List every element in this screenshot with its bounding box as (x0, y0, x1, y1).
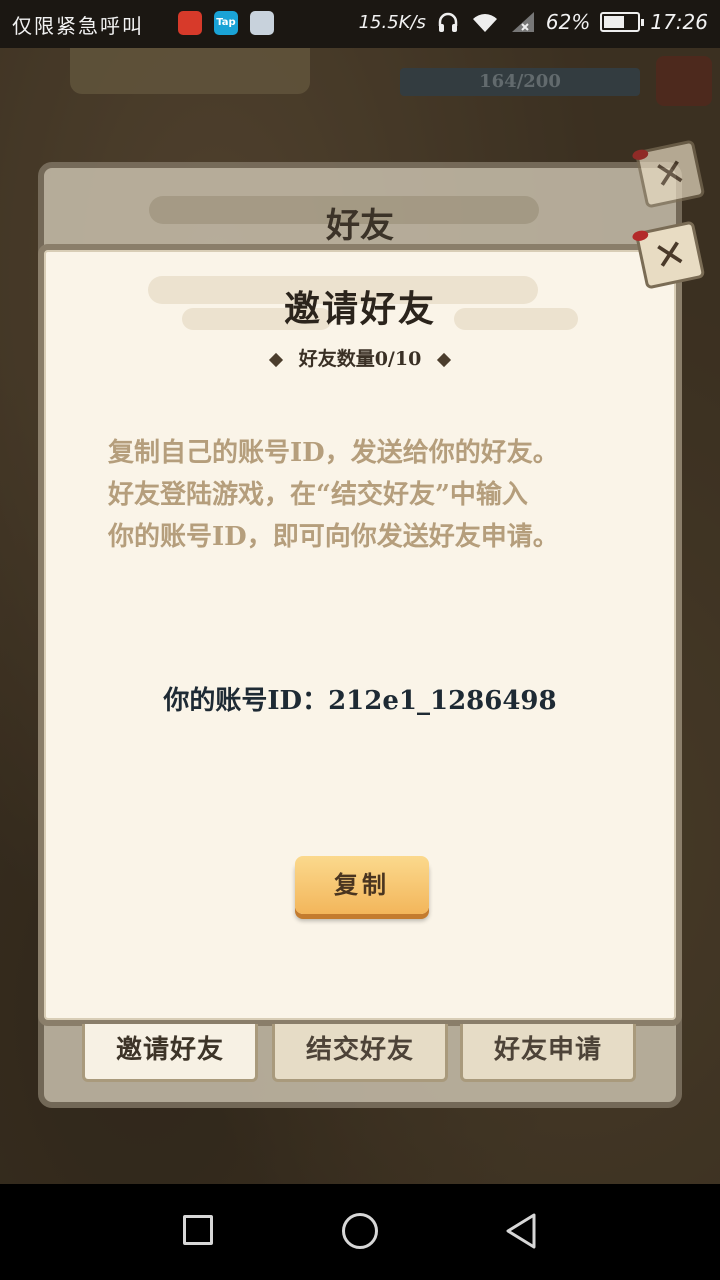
net-speed: 15.5K/s (358, 11, 426, 33)
navigation-bar (0, 1184, 720, 1280)
diamond-icon (437, 352, 452, 368)
instruction-line: 复制自己的账号ID，发送给你的好友。 (108, 438, 559, 468)
close-icon: ✕ (649, 230, 691, 280)
wifi-icon (472, 14, 497, 33)
back-button[interactable] (504, 1212, 538, 1250)
invite-instructions: 复制自己的账号ID，发送给你的好友。 好友登陆游戏，在“结交好友”中输入 你的账… (108, 432, 628, 558)
signal-icon (511, 12, 534, 32)
tab-make-friends[interactable]: 结交好友 (272, 1024, 448, 1082)
headphones-icon (438, 12, 458, 32)
close-dialog-button[interactable]: ✕ (631, 220, 706, 290)
instruction-line: 好友登陆游戏，在“结交好友”中输入 (108, 480, 528, 510)
copy-button[interactable]: 复制 (295, 856, 429, 914)
huawei-app-icon (178, 11, 202, 35)
friend-count: 好友数量0/10 (298, 348, 422, 370)
clock: 17:26 (650, 10, 708, 34)
invite-friend-dialog: 邀请好友 好友数量0/10 复制自己的账号ID，发送给你的好友。 好友登陆游戏，… (38, 244, 682, 1026)
friends-panel-title: 好友 (326, 206, 394, 246)
close-friends-button[interactable]: ✕ (631, 139, 706, 209)
tab-friend-requests[interactable]: 好友申请 (460, 1024, 636, 1082)
friend-count-row: 好友数量0/10 (44, 344, 676, 371)
carrier-text: 仅限紧急呼叫 (12, 14, 144, 38)
game-app-icon (250, 11, 274, 35)
notification-icons: Tap (178, 11, 274, 35)
dialog-title: 邀请好友 (283, 288, 436, 330)
close-icon: ✕ (649, 149, 691, 199)
battery-icon (600, 12, 645, 32)
diamond-icon (268, 352, 283, 368)
recents-button[interactable] (183, 1215, 213, 1245)
taptap-app-icon: Tap (214, 11, 238, 35)
home-button[interactable] (342, 1213, 378, 1249)
status-bar: 仅限紧急呼叫 Tap 15.5K/s 62% 17:26 (0, 0, 720, 48)
tab-invite-friends[interactable]: 邀请好友 (82, 1024, 258, 1082)
account-id: 你的账号ID：212e1_1286498 (163, 686, 557, 716)
instruction-line: 你的账号ID，即可向你发送好友申请。 (108, 522, 559, 552)
battery-percent: 62% (545, 10, 591, 34)
